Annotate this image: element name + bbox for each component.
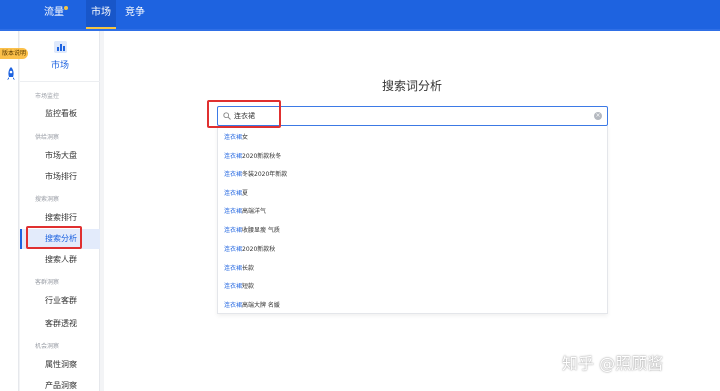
highlight-box-sidebar: [26, 226, 82, 249]
page-title: 搜索词分析: [381, 79, 442, 93]
sidebar: 市场 市场监控 监控看板 供给洞察 市场大盘 市场排行 搜索洞察 搜索排行 搜索…: [20, 31, 100, 391]
suggestion-item[interactable]: 连衣裙2020新款秋冬: [224, 151, 281, 160]
suggestion-rest: 2020新款秋: [242, 246, 276, 253]
suggestion-rest: 冬装2020年新款: [242, 171, 288, 178]
group-label-search-insight: 搜索洞察: [35, 196, 60, 203]
group-label-opportunity-insight: 机会洞察: [35, 343, 60, 350]
suggestion-rest: 高端大牌 名媛: [242, 302, 280, 309]
suggestion-dropdown: 连衣裙女 连衣裙2020新款秋冬 连衣裙冬装2020年新款 连衣裙夏 连衣裙高端…: [217, 126, 608, 314]
group-label-supply-insight: 供给洞察: [35, 134, 60, 141]
nav-tab-traffic[interactable]: 流量: [44, 0, 64, 29]
suggestion-item[interactable]: 连衣裙高端洋气: [224, 206, 266, 215]
sidebar-item-industry-customers[interactable]: 行业客群: [20, 291, 100, 311]
suggestion-rest: 夏: [242, 190, 249, 197]
group-label-market-monitor: 市场监控: [35, 93, 60, 100]
suggestion-item[interactable]: 连衣裙高端大牌 名媛: [224, 300, 280, 309]
sidebar-item-customer-perspective[interactable]: 客群透视: [20, 314, 100, 334]
suggestion-keyword: 连衣裙: [224, 190, 243, 197]
nav-tab-market[interactable]: 市场: [86, 0, 116, 29]
sidebar-item-product-insight[interactable]: 产品洞察: [20, 376, 100, 391]
rocket-icon[interactable]: [6, 67, 16, 81]
version-notes-tag[interactable]: 版本说明: [0, 48, 28, 59]
sidebar-item-attribute-insight[interactable]: 属性洞察: [20, 355, 100, 375]
suggestion-item[interactable]: 连衣裙长款: [224, 263, 254, 272]
notification-dot: [64, 6, 68, 10]
sidebar-item-search-audience[interactable]: 搜索人群: [20, 250, 100, 270]
sidebar-item-label: 行业客群: [45, 296, 77, 305]
sidebar-item-label: 监控看板: [45, 109, 77, 118]
sidebar-item-label: 属性洞察: [45, 360, 77, 369]
suggestion-keyword: 连衣裙: [224, 283, 243, 290]
suggestion-rest: 收腰显瘦 气质: [242, 227, 280, 234]
group-label-customer-insight: 客群洞察: [35, 279, 60, 286]
main-panel: 搜索词分析 × 连衣裙女 连衣裙2020新款秋冬 连衣裙冬装2020年新款 连衣…: [104, 31, 720, 391]
suggestion-keyword: 连衣裙: [224, 208, 243, 215]
nav-tab-traffic-label: 流量: [44, 7, 64, 18]
sidebar-item-label: 产品洞察: [45, 381, 77, 390]
sidebar-header[interactable]: 市场: [20, 31, 100, 82]
sidebar-item-label: 市场大盘: [45, 151, 77, 160]
nav-tab-competition[interactable]: 竞争: [125, 0, 145, 29]
sidebar-item-label: 搜索人群: [45, 255, 77, 264]
nav-tab-market-label: 市场: [91, 7, 111, 18]
suggestion-item[interactable]: 连衣裙女: [224, 132, 248, 141]
suggestion-item[interactable]: 连衣裙短款: [224, 281, 254, 290]
suggestion-keyword: 连衣裙: [224, 302, 243, 309]
suggestion-item[interactable]: 连衣裙收腰显瘦 气质: [224, 225, 280, 234]
bar-chart-icon: [54, 41, 67, 53]
watermark: 知乎 @照顾酱: [562, 354, 664, 373]
suggestion-rest: 短款: [242, 283, 255, 290]
highlight-box-search: [207, 100, 281, 128]
suggestion-keyword: 连衣裙: [224, 134, 243, 141]
sidebar-item-search-ranking[interactable]: 搜索排行: [20, 208, 100, 228]
sidebar-item-label: 市场排行: [45, 172, 77, 181]
suggestion-rest: 2020新款秋冬: [242, 153, 282, 160]
sidebar-item-market-overview[interactable]: 市场大盘: [20, 146, 100, 166]
suggestion-rest: 高端洋气: [242, 208, 267, 215]
suggestion-item[interactable]: 连衣裙2020新款秋: [224, 244, 275, 253]
sidebar-header-label: 市场: [50, 61, 69, 71]
suggestion-keyword: 连衣裙: [224, 171, 243, 178]
suggestion-item[interactable]: 连衣裙夏: [224, 188, 248, 197]
suggestion-keyword: 连衣裙: [224, 153, 243, 160]
suggestion-keyword: 连衣裙: [224, 227, 243, 234]
suggestion-keyword: 连衣裙: [224, 265, 243, 272]
sidebar-item-label: 搜索排行: [45, 213, 77, 222]
suggestion-rest: 长款: [242, 265, 255, 272]
clear-icon[interactable]: ×: [594, 112, 602, 120]
top-nav-bar: 流量 市场 竞争: [0, 0, 720, 29]
sidebar-item-label: 客群透视: [45, 319, 77, 328]
suggestion-keyword: 连衣裙: [224, 246, 243, 253]
suggestion-item[interactable]: 连衣裙冬装2020年新款: [224, 169, 287, 178]
sidebar-item-market-ranking[interactable]: 市场排行: [20, 167, 100, 187]
sidebar-item-monitor-board[interactable]: 监控看板: [20, 104, 100, 124]
suggestion-rest: 女: [242, 134, 249, 141]
nav-tab-competition-label: 竞争: [125, 7, 145, 18]
left-strip: [0, 31, 19, 391]
